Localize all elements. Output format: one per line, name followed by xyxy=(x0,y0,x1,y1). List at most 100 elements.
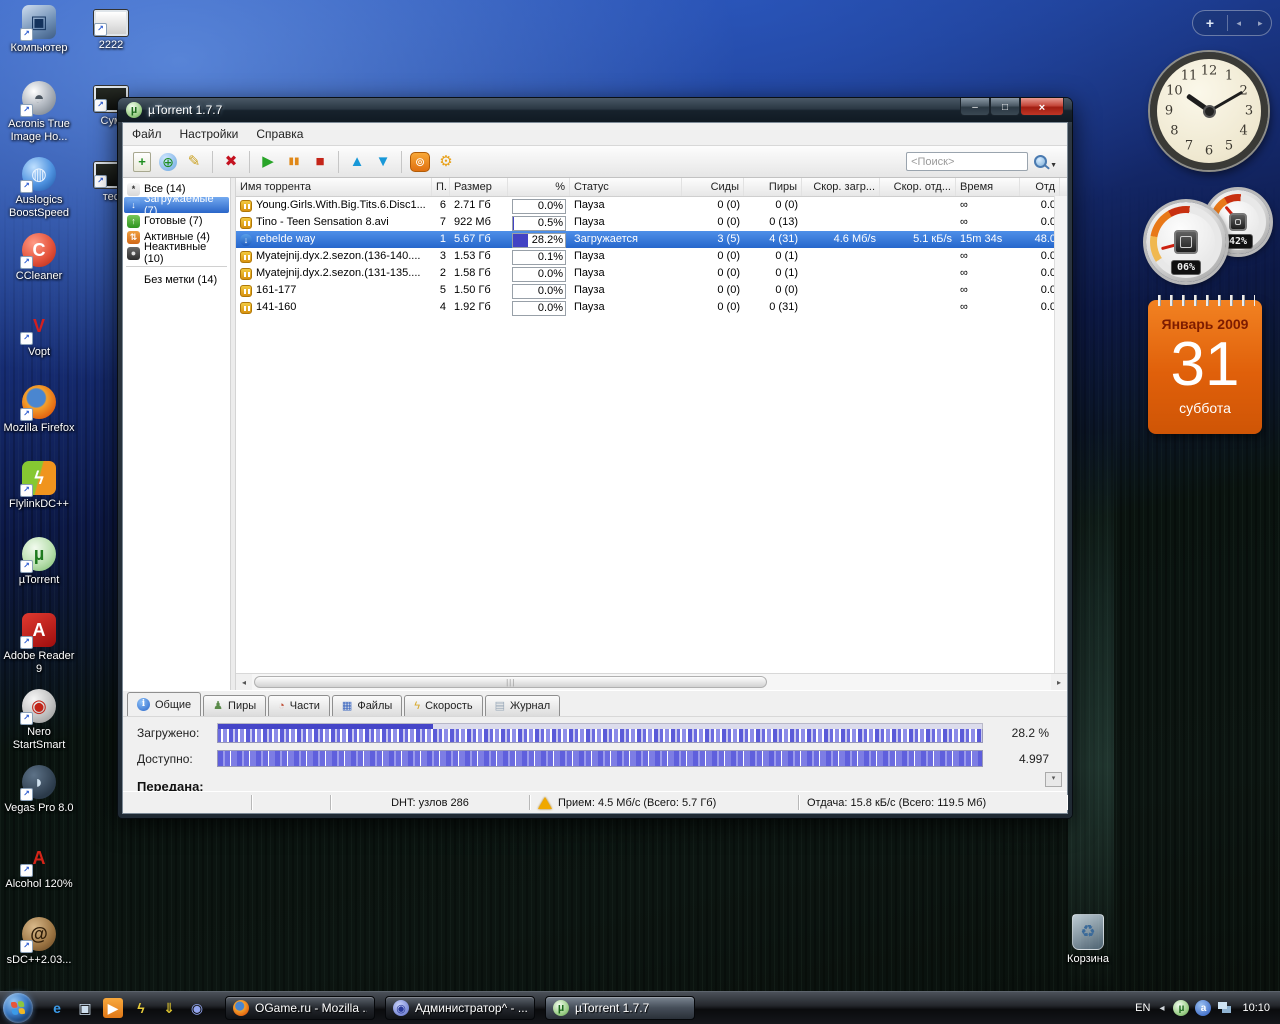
torrent-download-speed xyxy=(802,299,880,316)
maximize-button[interactable]: □ xyxy=(990,98,1020,116)
window-titlebar[interactable]: µ µTorrent 1.7.7 – □ × xyxy=(118,98,1072,122)
tray-icon-network-tray[interactable] xyxy=(1217,1000,1233,1016)
toolbar-button-remove[interactable]: ✖ xyxy=(219,150,243,174)
start-button[interactable] xyxy=(3,993,33,1023)
tray-clock[interactable]: 10:10 xyxy=(1242,1002,1270,1014)
scroll-left-arrow-icon[interactable]: ◂ xyxy=(236,678,252,687)
quicklaunch-icon-media-player[interactable]: ▶ xyxy=(103,998,123,1018)
torrent-row[interactable]: Myatejnij.dyx.2.sezon.(136-140.... 3 1.5… xyxy=(236,248,1067,265)
language-indicator[interactable]: EN xyxy=(1135,1002,1150,1014)
column-header[interactable]: % xyxy=(508,178,570,196)
detail-scroll-button[interactable]: ▾ xyxy=(1045,772,1062,787)
tray-icon-utorrent-tray[interactable]: µ xyxy=(1173,1000,1189,1016)
toolbar-button-stop[interactable]: ■ xyxy=(308,150,332,174)
toolbar-button-create-torrent[interactable]: ✎ xyxy=(182,150,206,174)
torrent-status: Пауза xyxy=(570,299,682,316)
vertical-scrollbar[interactable] xyxy=(1054,196,1067,674)
desktop-icon-label: FlylinkDC++ xyxy=(9,498,69,511)
category-downloading[interactable]: ↓ Загружаемые (7) xyxy=(124,197,229,213)
taskbar-button-ogame-firefox[interactable]: OGame.ru - Mozilla ... xyxy=(225,996,375,1020)
menu-item-help[interactable]: Справка xyxy=(247,124,312,145)
toolbar-button-move-down[interactable]: ▼ xyxy=(371,150,395,174)
search-dropdown-caret-icon[interactable]: ▼ xyxy=(1050,162,1057,169)
desktop-icon-acronis-true-image[interactable]: ◓ ↗ Acronis True Image Ho... xyxy=(0,78,78,154)
column-header[interactable]: П. xyxy=(432,178,450,196)
scrollbar-track[interactable]: ||| xyxy=(252,674,1051,690)
search-icon[interactable] xyxy=(1034,155,1047,168)
horizontal-scrollbar[interactable]: ◂ ||| ▸ xyxy=(236,673,1067,690)
cpu-meter-gauge[interactable]: 06% xyxy=(1146,202,1226,282)
category-inactive[interactable]: ● Неактивные (10) xyxy=(124,245,229,261)
category-no-label[interactable]: Без метки (14) xyxy=(124,272,229,288)
quicklaunch-icon-internet-explorer[interactable]: e xyxy=(47,998,67,1018)
minimize-button[interactable]: – xyxy=(960,98,990,116)
scroll-right-arrow-icon[interactable]: ▸ xyxy=(1051,678,1067,687)
desktop-icon-auslogics-boostspeed[interactable]: ◍ ↗ Auslogics BoostSpeed xyxy=(0,154,78,230)
torrent-row[interactable]: rebelde way 1 5.67 Гб 28.2% Загружается … xyxy=(236,231,1067,248)
desktop-icon-sdc[interactable]: @ ↗ sDC++2.03... xyxy=(0,914,78,990)
torrent-row[interactable]: Myatejnij.dyx.2.sezon.(131-135.... 2 1.5… xyxy=(236,265,1067,282)
torrent-row[interactable]: 141-160 4 1.92 Гб 0.0% Пауза 0 (0) 0 (31… xyxy=(236,299,1067,316)
toolbar-separator xyxy=(249,151,250,173)
torrent-progress-cell: 0.0% xyxy=(508,197,570,214)
column-header[interactable]: Пиры xyxy=(744,178,802,196)
gadget-next-button[interactable]: ▸ xyxy=(1250,18,1272,29)
column-header[interactable]: Скор. отд... xyxy=(880,178,956,196)
shortcut-arrow-icon: ↗ xyxy=(94,23,107,36)
detail-tab-files[interactable]: ▦ Файлы xyxy=(332,695,402,716)
toolbar-button-pause[interactable]: ▮▮ xyxy=(282,150,306,174)
column-header[interactable]: Статус xyxy=(570,178,682,196)
detail-tab-peers[interactable]: ♟ Пиры xyxy=(203,695,266,716)
calendar-gadget[interactable]: Январь 2009 31 суббота xyxy=(1148,300,1262,434)
toolbar-button-preferences[interactable]: ⚙ xyxy=(434,150,458,174)
clock-gadget[interactable]: 121234567891011 xyxy=(1150,52,1268,170)
desktop-icon-computer[interactable]: ▣ ↗ Компьютер xyxy=(0,2,78,78)
column-header[interactable]: Отд xyxy=(1020,178,1060,196)
scrollbar-thumb[interactable]: ||| xyxy=(254,676,767,688)
toolbar-button-add-from-url[interactable]: ⊕ xyxy=(156,150,180,174)
desktop-icon-flylinkdc[interactable]: ϟ ↗ FlylinkDC++ xyxy=(0,458,78,534)
desktop-icon-ccleaner[interactable]: C ↗ CCleaner xyxy=(0,230,78,306)
taskbar-button-utorrent[interactable]: µ µTorrent 1.7.7 xyxy=(545,996,695,1020)
torrent-row[interactable]: Young.Girls.With.Big.Tits.6.Disc1... 6 2… xyxy=(236,197,1067,214)
desktop-icon-vegas-pro[interactable]: ◗ ↗ Vegas Pro 8.0 xyxy=(0,762,78,838)
desktop-icon-shortcut-2222[interactable]: ↗ 2222 xyxy=(88,2,134,78)
column-header[interactable]: Размер xyxy=(450,178,508,196)
search-input[interactable] xyxy=(906,152,1028,171)
toolbar-button-rss[interactable]: ⊚ xyxy=(408,150,432,174)
quicklaunch-icon-download-tool[interactable]: ⇓ xyxy=(159,998,179,1018)
desktop-icon-alcohol-120[interactable]: A ↗ Alcohol 120% xyxy=(0,838,78,914)
quicklaunch-icon-dc-client[interactable]: ◉ xyxy=(187,998,207,1018)
desktop-icon-recycle-bin[interactable]: ♻ Корзина xyxy=(1060,914,1116,966)
torrent-state-icon xyxy=(240,234,252,246)
tray-icon-alcohol-tray[interactable]: a xyxy=(1195,1000,1211,1016)
quicklaunch-icon-show-desktop[interactable]: ▣ xyxy=(75,998,95,1018)
taskbar-button-administrator[interactable]: ◉ Администратор^ - ... xyxy=(385,996,535,1020)
detail-tab-general[interactable]: i Общие xyxy=(127,692,201,716)
column-header[interactable]: Сиды xyxy=(682,178,744,196)
toolbar-button-move-up[interactable]: ▲ xyxy=(345,150,369,174)
desktop-icon-adobe-reader[interactable]: A ↗ Adobe Reader 9 xyxy=(0,610,78,686)
menu-item-settings[interactable]: Настройки xyxy=(171,124,248,145)
toolbar-button-add-torrent[interactable]: + xyxy=(130,150,154,174)
column-header[interactable]: Скор. загр... xyxy=(802,178,880,196)
tray-expand-chevron-icon[interactable]: ◂ xyxy=(1159,1003,1164,1014)
desktop-icon-vopt[interactable]: V ↗ Vopt xyxy=(0,306,78,382)
desktop-icon-nero-startsmart[interactable]: ◉ ↗ Nero StartSmart xyxy=(0,686,78,762)
menu-item-file[interactable]: Файл xyxy=(123,124,171,145)
column-header[interactable]: Время xyxy=(956,178,1020,196)
torrent-row[interactable]: 161-177 5 1.50 Гб 0.0% Пауза 0 (0) 0 (0)… xyxy=(236,282,1067,299)
detail-tab-pieces[interactable]: ◔ Части xyxy=(268,695,330,716)
shortcut-arrow-icon: ↗ xyxy=(20,864,33,877)
quicklaunch-icon-lightning-tool[interactable]: ϟ xyxy=(131,998,151,1018)
column-header[interactable]: Имя торрента xyxy=(236,178,432,196)
toolbar-button-start[interactable]: ▶ xyxy=(256,150,280,174)
detail-tab-logger[interactable]: ▤ Журнал xyxy=(485,695,561,716)
gadget-prev-button[interactable]: ◂ xyxy=(1228,18,1250,29)
detail-tab-speed[interactable]: ϟ Скорость xyxy=(404,695,482,716)
desktop-icon-mozilla-firefox[interactable]: ↗ Mozilla Firefox xyxy=(0,382,78,458)
desktop-icon-utorrent[interactable]: µ ↗ µTorrent xyxy=(0,534,78,610)
torrent-row[interactable]: Tino - Teen Sensation 8.avi 7 922 Мб 0.5… xyxy=(236,214,1067,231)
add-gadget-button[interactable]: + xyxy=(1193,15,1227,31)
close-button[interactable]: × xyxy=(1020,98,1064,116)
